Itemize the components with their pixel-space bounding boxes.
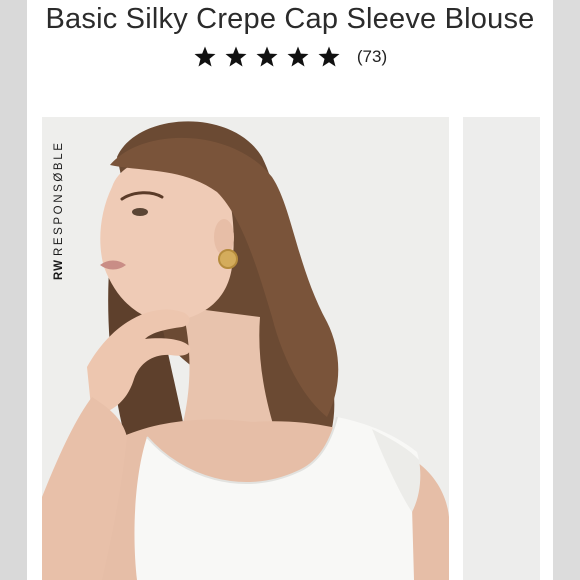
brand-badge-bold: RW [53, 259, 65, 280]
star-icon [256, 46, 278, 67]
brand-badge-text: RESPONSØBLE [53, 140, 65, 257]
star-icon [194, 46, 216, 67]
model-illustration [42, 117, 449, 580]
star-icon [287, 46, 309, 67]
right-edge [553, 0, 580, 580]
left-edge [0, 0, 27, 580]
product-title: Basic Silky Crepe Cap Sleeve Blouse [45, 3, 535, 35]
product-main-image[interactable] [42, 117, 449, 580]
star-icon [225, 46, 247, 67]
product-rating[interactable]: (73) [0, 42, 580, 72]
review-count-link[interactable]: (73) [357, 47, 387, 67]
star-icon [318, 46, 340, 67]
star-rating [193, 45, 341, 69]
brand-badge: RW RESPONSØBLE [53, 141, 65, 280]
next-product-image[interactable] [463, 117, 540, 580]
product-page: Basic Silky Crepe Cap Sleeve Blouse (73) [0, 0, 580, 580]
